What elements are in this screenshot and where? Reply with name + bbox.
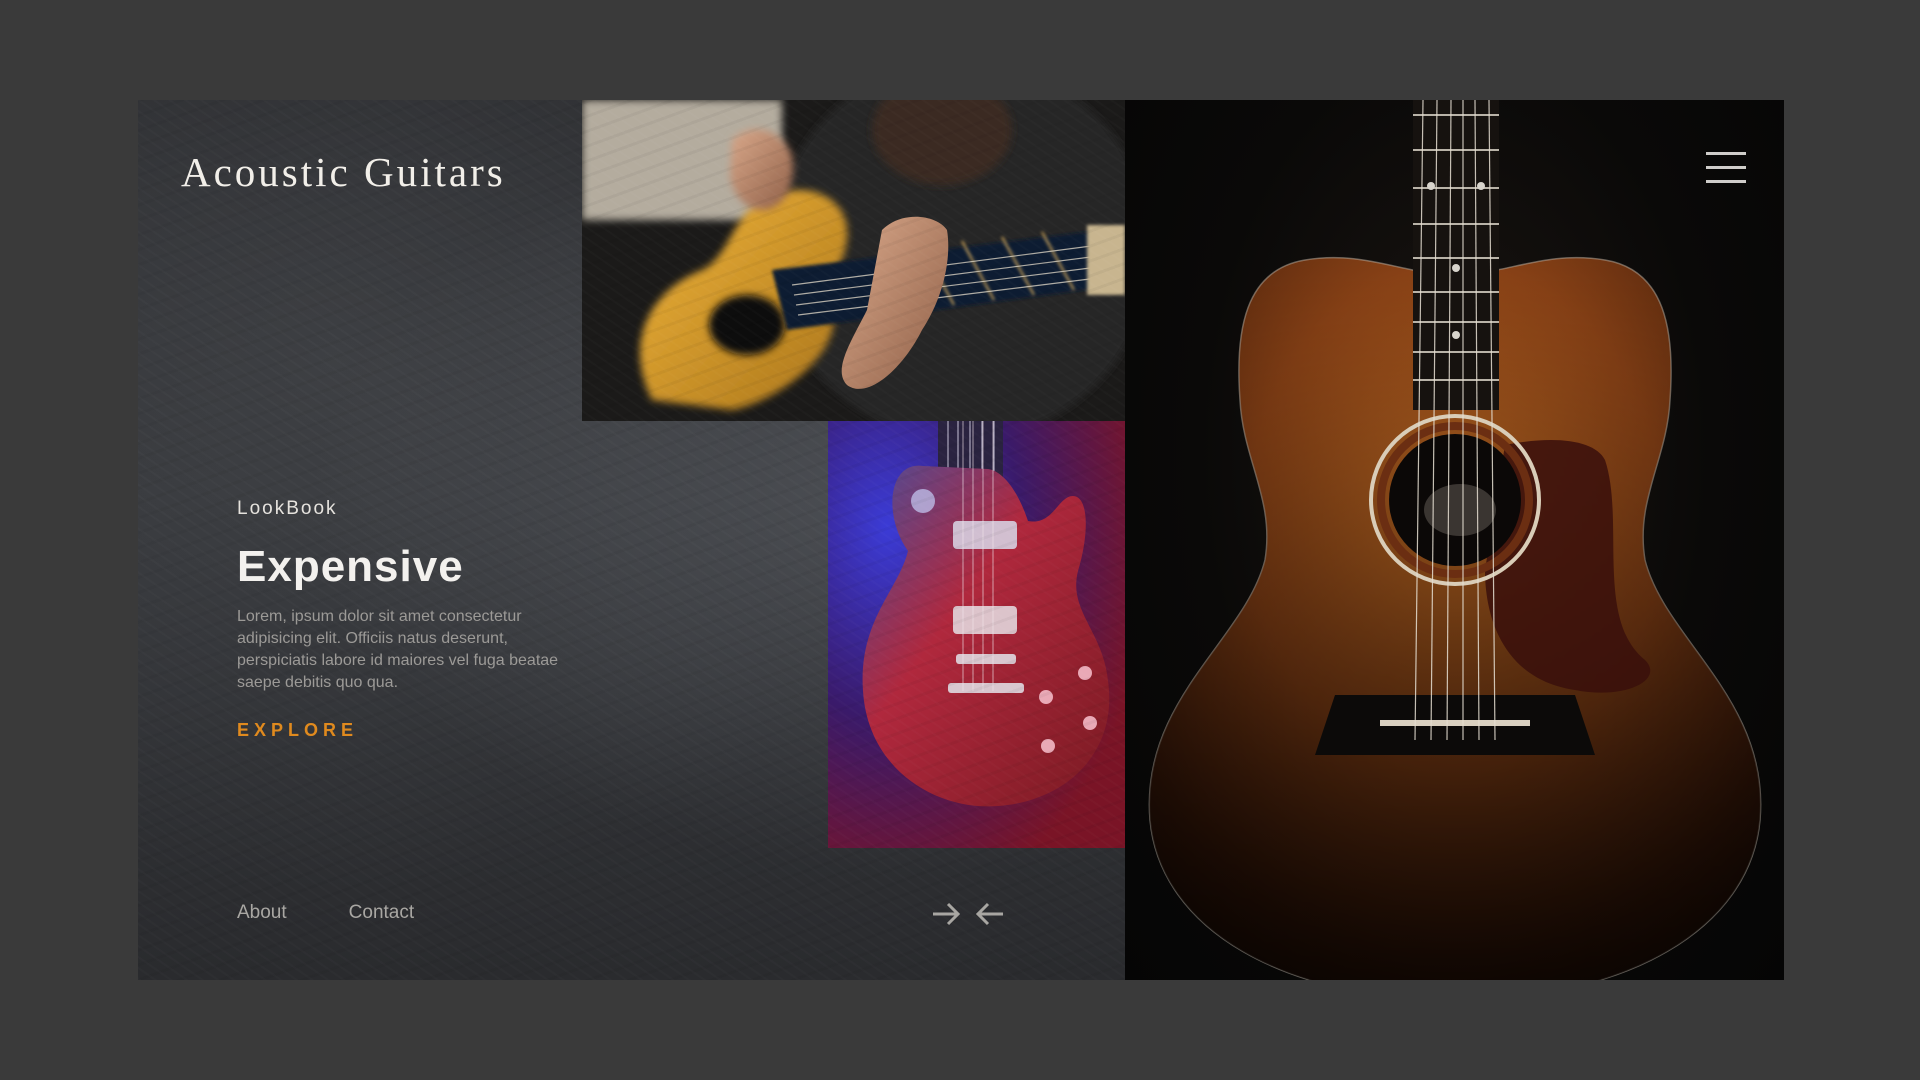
- hero-description: Lorem, ipsum dolor sit amet consectetur …: [237, 608, 559, 691]
- prev-slide-button[interactable]: [973, 897, 1007, 931]
- acoustic-guitar-photo: [1125, 100, 1784, 980]
- hero-headline: Expensive: [237, 542, 464, 591]
- next-slide-button[interactable]: [929, 897, 963, 931]
- footer-nav: About Contact: [237, 902, 414, 924]
- electric-guitar-photo: [828, 421, 1125, 848]
- electric-guitar-illustration: [828, 421, 1125, 848]
- arrow-left-icon: [975, 902, 1003, 926]
- slider-controls: [929, 897, 1007, 931]
- menu-button[interactable]: [1706, 150, 1746, 186]
- footer-link-about[interactable]: About: [237, 902, 287, 924]
- left-panel: Acoustic Guitars LookBook Expensive Lore…: [138, 100, 1125, 980]
- brand-title: Acoustic Guitars: [181, 149, 506, 195]
- guitarist-photo-illustration: [582, 100, 1125, 421]
- arrow-right-icon: [933, 902, 961, 926]
- acoustic-guitar-illustration: [1148, 100, 1762, 980]
- eyebrow-label: LookBook: [237, 498, 338, 519]
- hamburger-menu-icon: [1706, 152, 1746, 183]
- hero-content: LookBook Expensive Lorem, ipsum dolor si…: [237, 498, 567, 741]
- explore-button[interactable]: EXPLORE: [237, 720, 358, 741]
- guitarist-photo: [582, 100, 1125, 421]
- footer-link-contact[interactable]: Contact: [349, 902, 414, 924]
- page-frame: Acoustic Guitars LookBook Expensive Lore…: [138, 100, 1784, 980]
